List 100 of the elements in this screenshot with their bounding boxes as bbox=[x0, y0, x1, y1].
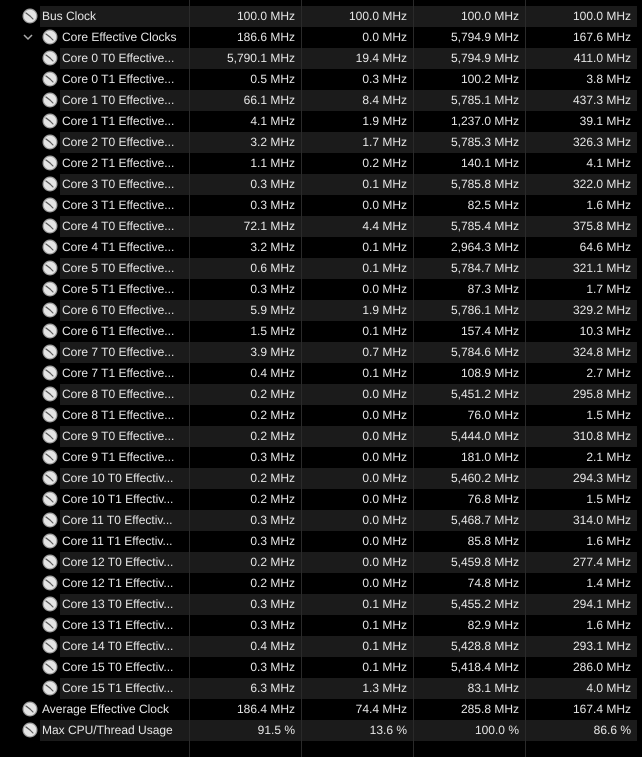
gauge-icon bbox=[42, 554, 58, 570]
gauge-icon bbox=[42, 638, 58, 654]
gauge-icon bbox=[42, 596, 58, 612]
gauge-icon bbox=[42, 302, 58, 318]
sensor-name[interactable]: Core 7 T1 Effective... bbox=[60, 363, 178, 384]
sensor-value: 0.4 MHz bbox=[189, 636, 301, 657]
sensor-value: 437.3 MHz bbox=[525, 90, 637, 111]
sensor-value: 5,428.8 MHz bbox=[413, 636, 525, 657]
gauge-icon bbox=[22, 8, 38, 24]
sensor-name[interactable]: Core 11 T0 Effectiv... bbox=[60, 510, 189, 531]
sensor-value: 5,785.1 MHz bbox=[413, 90, 525, 111]
gauge-icon bbox=[42, 491, 58, 507]
sensor-name[interactable]: Core 10 T0 Effectiv... bbox=[60, 468, 189, 489]
sensor-name[interactable]: Core 6 T1 Effective... bbox=[60, 321, 178, 342]
sensor-value: 5,785.3 MHz bbox=[413, 132, 525, 153]
sensor-name[interactable]: Core 13 T0 Effectiv... bbox=[60, 594, 189, 615]
sensor-value: 326.3 MHz bbox=[525, 132, 637, 153]
gauge-icon bbox=[42, 176, 58, 192]
gauge-icon bbox=[42, 155, 58, 171]
sensor-name[interactable]: Core 2 T0 Effective... bbox=[60, 132, 189, 153]
sensor-value: 86.6 % bbox=[525, 720, 637, 741]
sensor-value: 5.9 MHz bbox=[189, 300, 301, 321]
sensor-name[interactable]: Core 3 T1 Effective... bbox=[60, 195, 178, 216]
sensor-value: 3.2 MHz bbox=[189, 132, 301, 153]
gauge-icon bbox=[42, 659, 58, 675]
sensor-value: 0.1 MHz bbox=[301, 174, 413, 195]
sensor-value: 5,460.2 MHz bbox=[413, 468, 525, 489]
sensor-name[interactable]: Core 11 T1 Effectiv... bbox=[60, 531, 176, 552]
sensor-value: 0.1 MHz bbox=[301, 594, 413, 615]
gauge-icon bbox=[42, 407, 58, 423]
gauge-icon bbox=[42, 680, 58, 696]
sensor-value: 324.8 MHz bbox=[525, 342, 637, 363]
sensor-name[interactable]: Core 0 T1 Effective... bbox=[60, 69, 178, 90]
sensor-name[interactable]: Core 8 T1 Effective... bbox=[60, 405, 178, 426]
sensor-value: 0.0 MHz bbox=[301, 510, 413, 531]
sensor-value: 1.3 MHz bbox=[301, 678, 413, 699]
sensor-value: 100.0 MHz bbox=[301, 6, 413, 27]
sensor-value: 5,468.7 MHz bbox=[413, 510, 525, 531]
sensor-name[interactable]: Bus Clock bbox=[40, 6, 189, 27]
gauge-icon bbox=[42, 575, 58, 591]
sensor-value: 0.1 MHz bbox=[301, 258, 413, 279]
sensor-name[interactable]: Core 8 T0 Effective... bbox=[60, 384, 189, 405]
sensor-value: 314.0 MHz bbox=[525, 510, 637, 531]
chevron-icon[interactable] bbox=[22, 32, 34, 42]
sensor-name[interactable]: Core 4 T0 Effective... bbox=[60, 216, 189, 237]
sensor-name[interactable]: Core 6 T0 Effective... bbox=[60, 300, 189, 321]
sensor-name[interactable]: Core 5 T1 Effective... bbox=[60, 279, 178, 300]
sensor-value: 375.8 MHz bbox=[525, 216, 637, 237]
sensor-value: 100.0 MHz bbox=[189, 6, 301, 27]
sensor-name[interactable]: Core 2 T1 Effective... bbox=[60, 153, 178, 174]
sensor-value: 321.1 MHz bbox=[525, 258, 637, 279]
sensor-name[interactable]: Core 12 T1 Effectiv... bbox=[60, 573, 178, 594]
sensor-value: 322.0 MHz bbox=[525, 174, 637, 195]
sensor-name[interactable]: Core 10 T1 Effectiv... bbox=[60, 489, 178, 510]
gauge-icon bbox=[42, 512, 58, 528]
sensor-value: 83.1 MHz bbox=[413, 678, 525, 699]
sensor-value: 66.1 MHz bbox=[189, 90, 301, 111]
gauge-icon bbox=[42, 428, 58, 444]
sensor-value: 0.6 MHz bbox=[189, 258, 301, 279]
sensor-value: 5,784.7 MHz bbox=[413, 258, 525, 279]
sensor-value: 5,784.6 MHz bbox=[413, 342, 525, 363]
sensor-value: 310.8 MHz bbox=[525, 426, 637, 447]
sensor-name[interactable]: Core 5 T0 Effective... bbox=[60, 258, 189, 279]
sensor-name[interactable]: Average Effective Clock bbox=[40, 699, 173, 720]
sensor-name[interactable]: Core Effective Clocks bbox=[60, 27, 180, 48]
gauge-icon bbox=[42, 92, 58, 108]
gauge-icon bbox=[42, 29, 58, 45]
sensor-value: 0.2 MHz bbox=[189, 552, 301, 573]
sensor-name[interactable]: Core 1 T1 Effective... bbox=[60, 111, 178, 132]
sensor-name[interactable]: Core 3 T0 Effective... bbox=[60, 174, 189, 195]
sensor-value: 0.2 MHz bbox=[189, 468, 301, 489]
sensor-value: 294.3 MHz bbox=[525, 468, 637, 489]
gauge-icon bbox=[42, 449, 58, 465]
sensor-name[interactable]: Core 15 T0 Effectiv... bbox=[60, 657, 178, 678]
sensor-value: 5,785.8 MHz bbox=[413, 174, 525, 195]
sensor-name[interactable]: Core 4 T1 Effective... bbox=[60, 237, 178, 258]
gauge-icon bbox=[22, 722, 38, 738]
sensor-value: 13.6 % bbox=[301, 720, 413, 741]
sensor-name[interactable]: Core 9 T0 Effective... bbox=[60, 426, 189, 447]
sensor-name[interactable]: Core 12 T0 Effectiv... bbox=[60, 552, 189, 573]
gauge-icon bbox=[42, 50, 58, 66]
gauge-icon bbox=[42, 323, 58, 339]
gauge-icon bbox=[42, 470, 58, 486]
sensor-value: 100.0 MHz bbox=[525, 6, 637, 27]
sensor-value: 411.0 MHz bbox=[525, 48, 637, 69]
sensor-name[interactable]: Core 9 T1 Effective... bbox=[60, 447, 178, 468]
sensor-name[interactable]: Core 14 T0 Effectiv... bbox=[60, 636, 189, 657]
sensor-value: 0.0 MHz bbox=[301, 468, 413, 489]
sensor-value: 0.0 MHz bbox=[301, 426, 413, 447]
gauge-icon bbox=[42, 281, 58, 297]
sensor-name[interactable]: Core 7 T0 Effective... bbox=[60, 342, 189, 363]
sensor-name[interactable]: Core 15 T1 Effectiv... bbox=[60, 678, 189, 699]
gauge-icon bbox=[42, 218, 58, 234]
sensor-name[interactable]: Core 1 T0 Effective... bbox=[60, 90, 189, 111]
sensor-name[interactable]: Max CPU/Thread Usage bbox=[40, 720, 189, 741]
sensor-value: 1.7 MHz bbox=[301, 132, 413, 153]
gauge-icon bbox=[42, 344, 58, 360]
sensor-value: 0.0 MHz bbox=[301, 384, 413, 405]
sensor-name[interactable]: Core 13 T1 Effectiv... bbox=[60, 615, 178, 636]
sensor-name[interactable]: Core 0 T0 Effective... bbox=[60, 48, 189, 69]
